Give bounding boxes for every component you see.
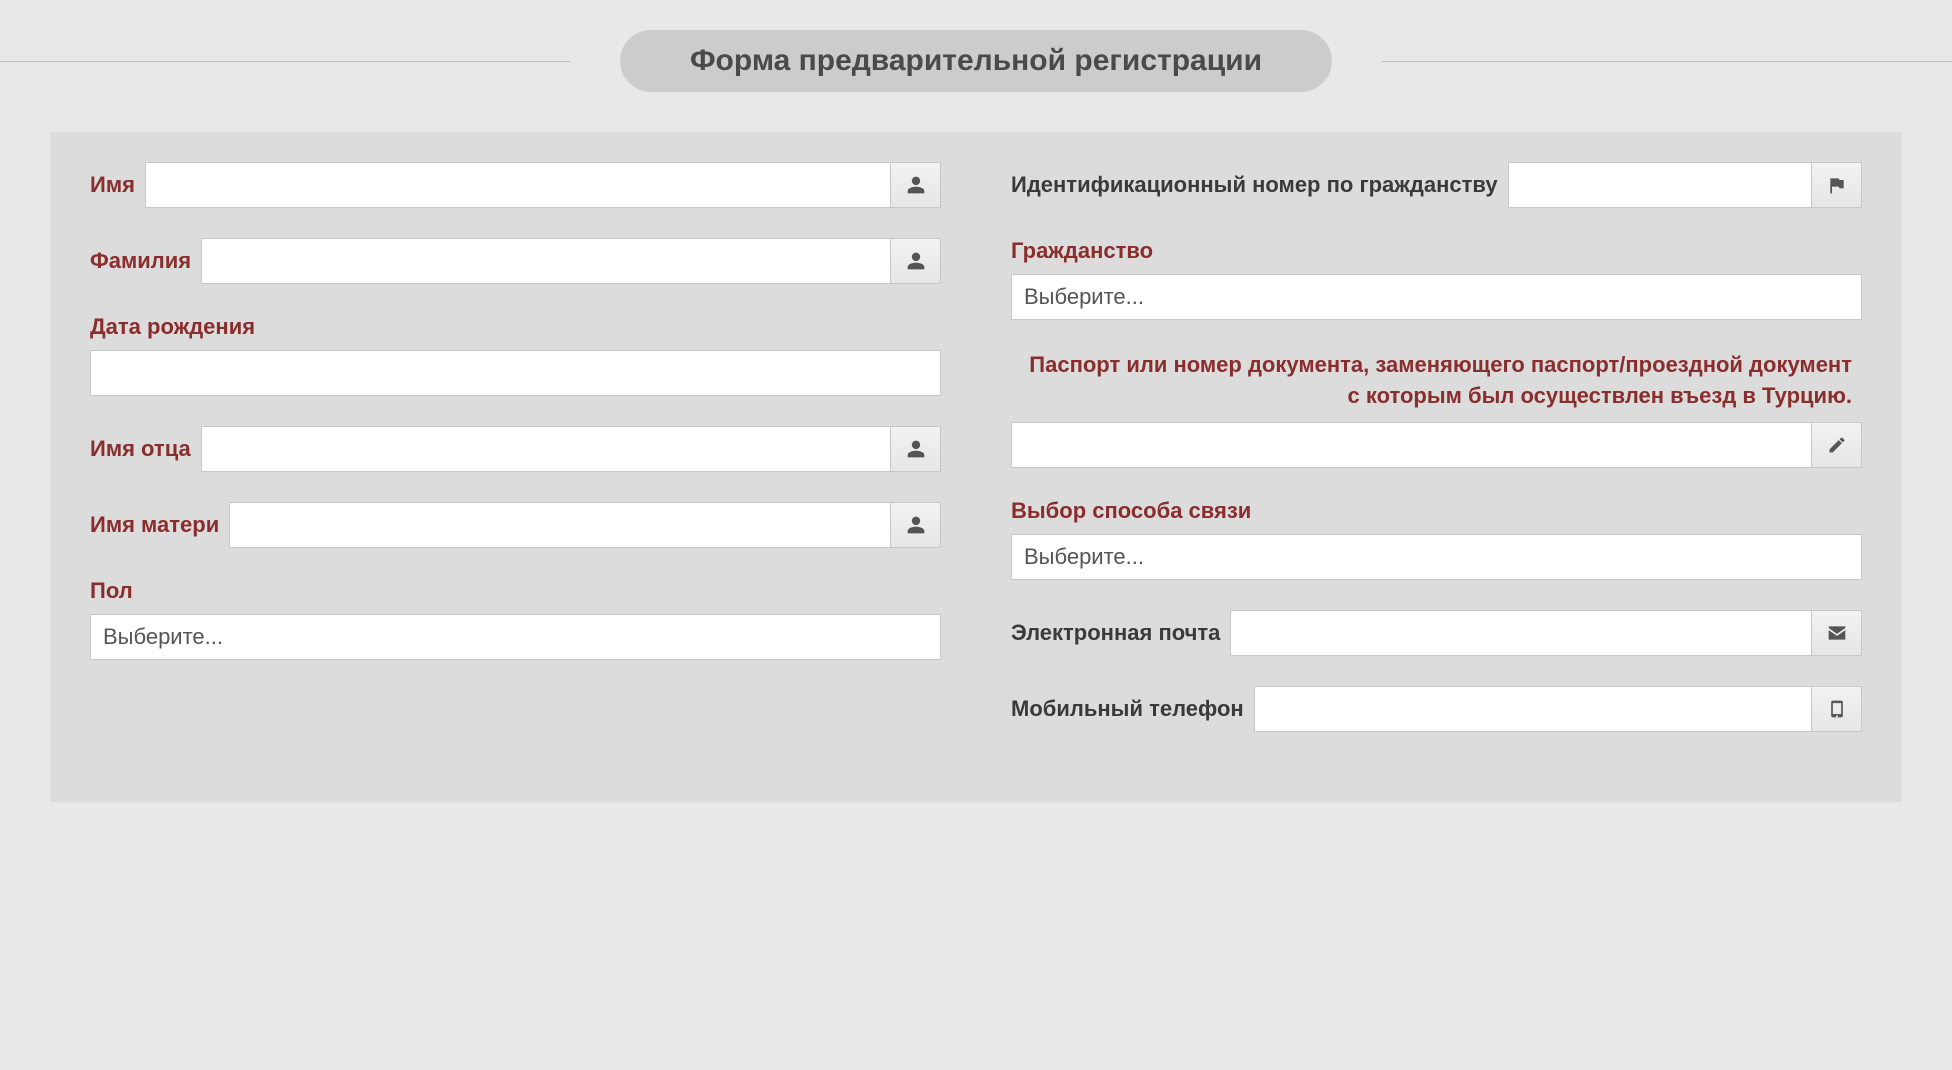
field-email: Электронная почта bbox=[1011, 610, 1862, 656]
header-row: Форма предварительной регистрации bbox=[0, 30, 1952, 92]
citizenship-select[interactable]: Выберите... bbox=[1011, 274, 1862, 320]
field-citizenship: Гражданство Выберите... bbox=[1011, 238, 1862, 320]
label-gender: Пол bbox=[90, 578, 931, 604]
label-phone: Мобильный телефон bbox=[1011, 696, 1244, 722]
form-panel: Имя Фамилия bbox=[50, 132, 1902, 802]
label-email: Электронная почта bbox=[1011, 620, 1220, 646]
label-contact-method: Выбор способа связи bbox=[1011, 498, 1852, 524]
gender-select-value: Выберите... bbox=[103, 624, 223, 650]
field-idnumber: Идентификационный номер по гражданству bbox=[1011, 162, 1862, 208]
name-input[interactable] bbox=[145, 162, 891, 208]
form-right-column: Идентификационный номер по гражданству Г… bbox=[1011, 162, 1862, 762]
field-surname: Фамилия bbox=[90, 238, 941, 284]
label-name: Имя bbox=[90, 172, 135, 198]
field-phone: Мобильный телефон bbox=[1011, 686, 1862, 732]
user-icon bbox=[891, 502, 941, 548]
citizenship-select-value: Выберите... bbox=[1024, 284, 1144, 310]
contact-method-select-value: Выберите... bbox=[1024, 544, 1144, 570]
user-icon bbox=[891, 162, 941, 208]
phone-input[interactable] bbox=[1254, 686, 1812, 732]
user-icon bbox=[891, 426, 941, 472]
label-birthdate: Дата рождения bbox=[90, 314, 931, 340]
label-citizenship: Гражданство bbox=[1011, 238, 1852, 264]
field-mother: Имя матери bbox=[90, 502, 941, 548]
passport-input[interactable] bbox=[1011, 422, 1812, 468]
idnumber-input[interactable] bbox=[1508, 162, 1812, 208]
field-name: Имя bbox=[90, 162, 941, 208]
surname-input[interactable] bbox=[201, 238, 891, 284]
field-birthdate: Дата рождения bbox=[90, 314, 941, 396]
header-line-right bbox=[1382, 61, 1952, 62]
field-passport: Паспорт или номер документа, заменяющего… bbox=[1011, 350, 1862, 468]
label-surname: Фамилия bbox=[90, 248, 191, 274]
user-icon bbox=[891, 238, 941, 284]
form-left-column: Имя Фамилия bbox=[90, 162, 941, 762]
label-father: Имя отца bbox=[90, 436, 191, 462]
birthdate-input[interactable] bbox=[90, 350, 941, 396]
gender-select[interactable]: Выберите... bbox=[90, 614, 941, 660]
label-idnumber: Идентификационный номер по гражданству bbox=[1011, 172, 1498, 198]
mother-input[interactable] bbox=[229, 502, 891, 548]
page-title: Форма предварительной регистрации bbox=[620, 30, 1332, 92]
flag-icon bbox=[1812, 162, 1862, 208]
pencil-icon bbox=[1812, 422, 1862, 468]
contact-method-select[interactable]: Выберите... bbox=[1011, 534, 1862, 580]
label-passport: Паспорт или номер документа, заменяющего… bbox=[1011, 350, 1852, 412]
label-mother: Имя матери bbox=[90, 512, 219, 538]
mobile-icon bbox=[1812, 686, 1862, 732]
field-father: Имя отца bbox=[90, 426, 941, 472]
header-line-left bbox=[0, 61, 570, 62]
envelope-icon bbox=[1812, 610, 1862, 656]
field-contact-method: Выбор способа связи Выберите... bbox=[1011, 498, 1862, 580]
email-input[interactable] bbox=[1230, 610, 1812, 656]
field-gender: Пол Выберите... bbox=[90, 578, 941, 660]
father-input[interactable] bbox=[201, 426, 891, 472]
